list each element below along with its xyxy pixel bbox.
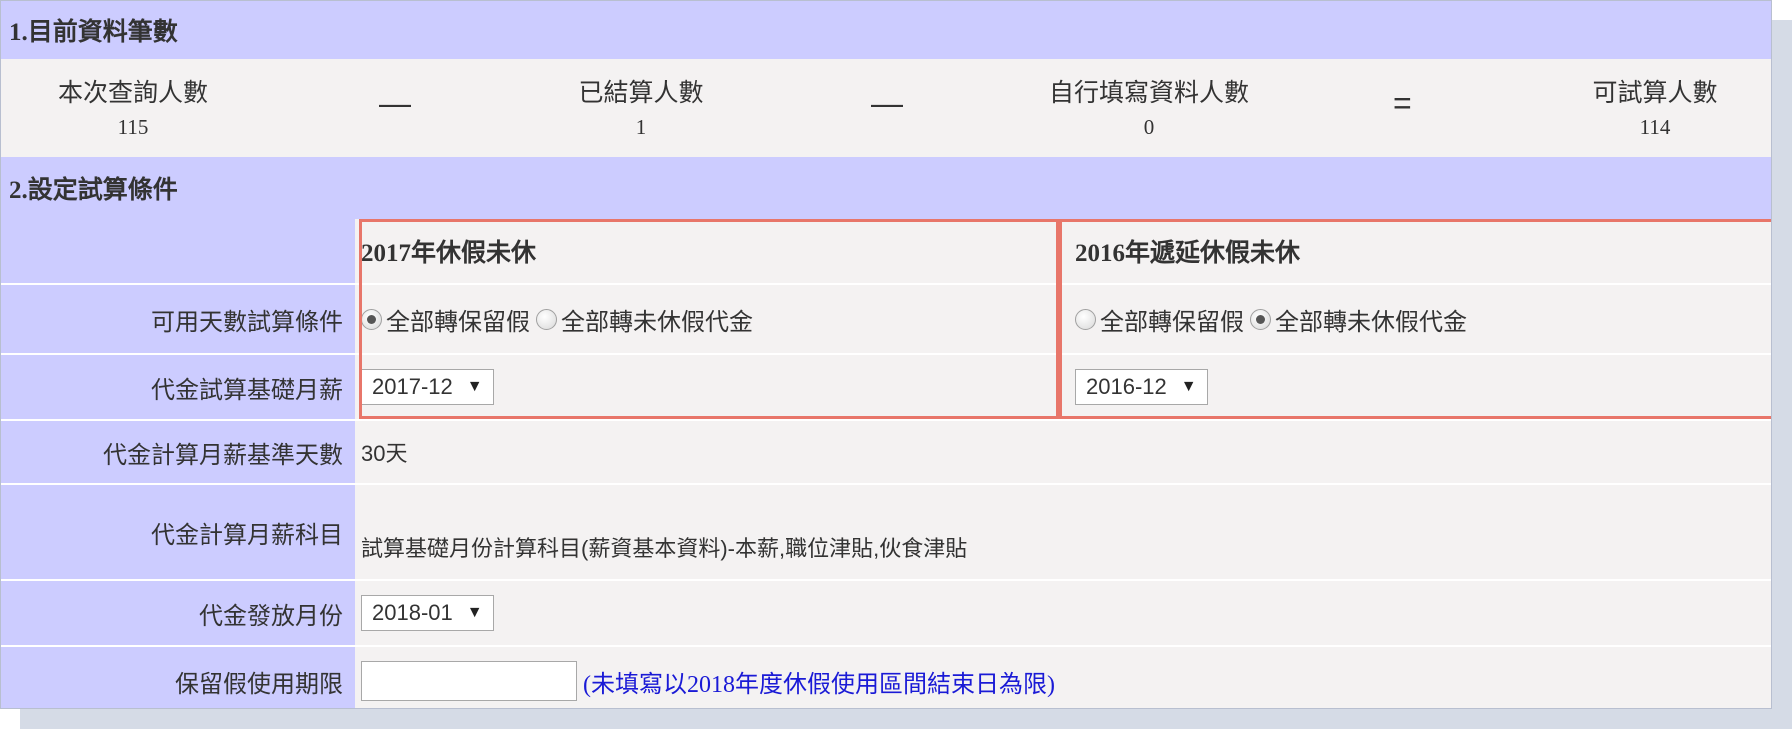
- column-title-value-cell: 2017年休假未休 2016年遞延休假未休: [355, 219, 1771, 285]
- col-2016-cash-radio[interactable]: 全部轉未休假代金: [1250, 302, 1467, 337]
- radio-label: 全部轉未休假代金: [1275, 308, 1467, 336]
- radio-label: 全部轉保留假: [1100, 308, 1244, 336]
- radio-checked-icon[interactable]: [361, 308, 382, 330]
- equals-operator: =: [1393, 85, 1412, 121]
- pay-month-value-cell: 2018-01 ▼: [355, 581, 1771, 647]
- leave-deadline-row: 保留假使用期限 (未填寫以2018年度休假使用區間結束日為限): [1, 647, 1771, 708]
- settled-count-value: 1: [635, 115, 647, 139]
- select-value: 2018-01: [372, 600, 453, 625]
- radio-unchecked-icon[interactable]: [1075, 308, 1096, 330]
- dropdown-arrow-icon: ▼: [1180, 378, 1197, 395]
- settled-count: 已結算人數 1: [569, 73, 713, 140]
- self-filled-count-label: 自行填寫資料人數: [1048, 79, 1249, 107]
- section1-header: 1.目前資料筆數: [1, 1, 1771, 59]
- section1-title: 1.目前資料筆數: [9, 19, 178, 46]
- pay-month-select[interactable]: 2018-01 ▼: [361, 595, 494, 631]
- col-2017-keep-radio[interactable]: 全部轉保留假: [361, 302, 530, 337]
- salary-items-label: 代金計算月薪科目: [1, 485, 355, 581]
- dropdown-arrow-icon: ▼: [466, 378, 483, 395]
- leave-deadline-value-cell: (未填寫以2018年度休假使用區間結束日為限): [355, 647, 1771, 708]
- col-2016-base-month-select[interactable]: 2016-12 ▼: [1075, 369, 1208, 405]
- column-title-label-cell: [1, 219, 355, 285]
- leave-deadline-input[interactable]: [361, 661, 577, 701]
- available-days-row: 可用天數試算條件 全部轉保留假 全部轉未休假代金 全部轉保留假 全部轉未休假代金: [1, 285, 1771, 355]
- base-salary-label: 代金試算基礎月薪: [1, 355, 355, 421]
- base-days-value: 30天: [361, 441, 408, 466]
- select-value: 2017-12: [372, 374, 453, 399]
- salary-items-value: 試算基礎月份計算科目(薪資基本資料)-本薪,職位津貼,伙食津貼: [361, 536, 968, 561]
- salary-items-row: 代金計算月薪科目 試算基礎月份計算科目(薪資基本資料)-本薪,職位津貼,伙食津貼: [1, 485, 1771, 581]
- minus-operator-2: —: [871, 85, 903, 121]
- base-days-row: 代金計算月薪基準天數 30天: [1, 421, 1771, 485]
- base-days-label: 代金計算月薪基準天數: [1, 421, 355, 485]
- col-2017-cash-radio[interactable]: 全部轉未休假代金: [536, 302, 753, 337]
- query-count-value: 115: [117, 115, 149, 139]
- salary-items-value-cell: 試算基礎月份計算科目(薪資基本資料)-本薪,職位津貼,伙食津貼: [355, 485, 1771, 581]
- dropdown-arrow-icon: ▼: [466, 604, 483, 621]
- calculable-count-label: 可試算人數: [1592, 79, 1718, 107]
- radio-label: 全部轉保留假: [386, 308, 530, 336]
- col-2017-base-month-select[interactable]: 2017-12 ▼: [361, 369, 494, 405]
- radio-label: 全部轉未休假代金: [561, 308, 753, 336]
- minus-operator-1: —: [379, 85, 411, 121]
- self-filled-count: 自行填寫資料人數 0: [1041, 73, 1257, 140]
- col-2017-title: 2017年休假未休: [361, 240, 537, 267]
- calculable-count-value: 114: [1639, 115, 1671, 139]
- self-filled-count-value: 0: [1143, 115, 1155, 139]
- section2-header: 2.設定試算條件: [1, 157, 1771, 219]
- col-2016-keep-radio[interactable]: 全部轉保留假: [1075, 302, 1244, 337]
- pay-month-label: 代金發放月份: [1, 581, 355, 647]
- column-title-row: 2017年休假未休 2016年遞延休假未休: [1, 219, 1771, 285]
- available-days-label: 可用天數試算條件: [1, 285, 355, 355]
- leave-deadline-hint: (未填寫以2018年度休假使用區間結束日為限): [583, 671, 1055, 698]
- settings-panel: 1.目前資料筆數 本次查詢人數 115 — 已結算人數 1 — 自行填寫資料人數…: [0, 0, 1772, 709]
- pay-month-row: 代金發放月份 2018-01 ▼: [1, 581, 1771, 647]
- section2-title: 2.設定試算條件: [9, 177, 178, 204]
- base-salary-values: 2017-12 ▼ 2016-12 ▼: [355, 355, 1771, 421]
- base-days-value-cell: 30天: [355, 421, 1771, 485]
- calculable-count: 可試算人數 114: [1583, 73, 1727, 140]
- col-2016-title: 2016年遞延休假未休: [1075, 240, 1301, 267]
- select-value: 2016-12: [1086, 374, 1167, 399]
- query-count: 本次查詢人數 115: [45, 73, 221, 140]
- leave-deadline-label: 保留假使用期限: [1, 647, 355, 708]
- record-count-summary: 本次查詢人數 115 — 已結算人數 1 — 自行填寫資料人數 0 = 可試算人…: [1, 59, 1771, 158]
- settled-count-label: 已結算人數: [578, 79, 704, 107]
- radio-unchecked-icon[interactable]: [536, 308, 557, 330]
- radio-checked-icon[interactable]: [1250, 308, 1271, 330]
- query-count-label: 本次查詢人數: [57, 79, 208, 107]
- base-salary-row: 代金試算基礎月薪 2017-12 ▼ 2016-12 ▼: [1, 355, 1771, 421]
- available-days-options: 全部轉保留假 全部轉未休假代金 全部轉保留假 全部轉未休假代金: [355, 285, 1771, 355]
